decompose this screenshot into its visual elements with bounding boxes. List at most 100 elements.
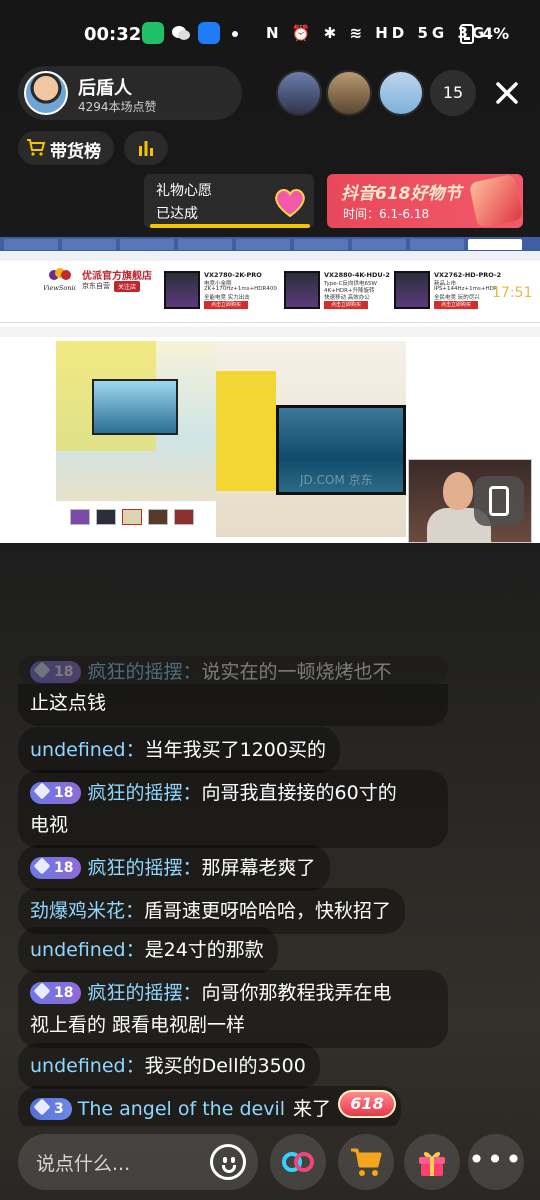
battery-level: 4% <box>482 24 510 43</box>
promo-618-badge[interactable]: 618 <box>338 1090 396 1118</box>
festival-banner[interactable]: 抖音618好物节 时间：6.1-6.18 <box>327 174 523 228</box>
link-icon <box>282 1152 314 1172</box>
viewer-avatar[interactable] <box>276 70 322 116</box>
screen-share-view[interactable]: ViewSonic 优派官方旗舰店 京东自营 关注店 VX2780-2K-PRO… <box>0 237 540 543</box>
level-badge: 18 <box>30 857 82 879</box>
chat-nickname: undefined <box>30 939 126 961</box>
sales-rank-button[interactable]: 带货榜 <box>18 131 114 165</box>
chat-message: undefined：我买的Dell的3500 <box>18 1043 320 1089</box>
browser-tab <box>352 239 406 250</box>
chat-text: 盾哥速更呀哈哈哈，快秋招了 <box>144 900 392 922</box>
chat-text: 止这点钱 <box>30 692 107 714</box>
product-ad: VX2762-HD-PRO-2 新品上市 IPS+144Hz+1ms+HDR 全… <box>394 271 502 311</box>
rotate-screen-button[interactable] <box>474 476 524 526</box>
thumbnail <box>96 509 116 525</box>
more-icon: ••• <box>468 1143 524 1176</box>
ad-button: 点击立即购买 <box>204 301 248 309</box>
breadcrumb <box>0 327 540 337</box>
gift-wish-title: 礼物心愿 <box>156 183 212 199</box>
browser-tab <box>468 239 522 250</box>
chat-list[interactable]: 18 疯狂的摇摆：说实在的一顿烧烤也不 止这点钱 undefined：当年我买了1… <box>0 656 540 1126</box>
streamer-likes: 4294本场点赞 <box>78 100 157 114</box>
chat-message: 18 疯狂的摇摆：那屏幕老爽了 <box>18 845 330 891</box>
monitor-image <box>394 271 430 309</box>
level-badge: 18 <box>30 982 82 1004</box>
chat-text: 来了 <box>293 1098 332 1120</box>
cart-icon <box>351 1148 382 1176</box>
camera-person <box>443 472 473 510</box>
product-main-image <box>56 341 216 501</box>
rotate-icon <box>489 486 509 516</box>
browser-tab-bar <box>0 237 540 251</box>
streamer-name: 后盾人 <box>78 78 132 99</box>
gift-button[interactable] <box>404 1134 460 1190</box>
chat-message: 18 疯狂的摇摆：说实在的一顿烧烤也不 <box>18 656 448 684</box>
shop-follow-button: 关注店 <box>114 281 141 292</box>
chat-message: 止这点钱 <box>18 684 448 726</box>
viewsonic-logo: ViewSonic <box>44 268 76 292</box>
image-background <box>216 371 276 491</box>
ad-line: IPS+144Hz+1ms+HDR <box>434 286 498 292</box>
more-button[interactable]: ••• <box>468 1134 524 1190</box>
browser-tab <box>4 239 58 250</box>
chat-message: 18 疯狂的摇摆：向哥我直接接的60寸的 电视 <box>18 770 448 848</box>
comment-placeholder: 说点什么... <box>36 1153 131 1175</box>
sales-rank-label: 带货榜 <box>50 142 101 162</box>
chat-text: 向哥你那教程我弄在电 <box>201 982 392 1004</box>
chat-nickname: 疯狂的摇摆 <box>87 782 183 804</box>
close-button[interactable] <box>488 74 526 112</box>
chat-text: 是24寸的那款 <box>144 939 264 961</box>
ad-line: 全民电竞 玩的尽兴 <box>434 295 480 301</box>
streamer-avatar[interactable] <box>24 71 68 115</box>
monitor-image <box>284 271 320 309</box>
browser-tab <box>410 239 464 250</box>
viewer-avatar[interactable] <box>326 70 372 116</box>
level-badge: 18 <box>30 782 82 804</box>
chat-text: 说实在的一顿烧烤也不 <box>201 661 392 683</box>
ad-title: VX2762-HD-PRO-2 <box>434 271 502 279</box>
shop-subtitle: 京东自营 <box>82 282 110 290</box>
gift-icon <box>419 1151 445 1176</box>
close-icon <box>496 82 518 104</box>
chat-text: 视上看的 跟看电视剧一样 <box>30 1014 246 1036</box>
bar-chart-icon <box>139 141 153 156</box>
monitor-image <box>92 379 178 435</box>
ad-line: 2K+170Hz+1ms+HDR400 <box>204 286 277 292</box>
app-notification-icon <box>198 22 220 44</box>
ranking-bars-button[interactable] <box>124 131 168 165</box>
app-notification-icon <box>142 22 164 44</box>
gift-wish-card[interactable]: 礼物心愿 已达成 <box>144 174 314 228</box>
watermark: JD.COM 京东 <box>300 473 373 487</box>
browser-tab <box>62 239 116 250</box>
browser-tab <box>236 239 290 250</box>
chat-message: undefined：是24寸的那款 <box>18 927 278 973</box>
comment-input[interactable]: 说点什么... <box>18 1134 258 1190</box>
thumbnail <box>174 509 194 525</box>
chat-message: undefined：当年我买了1200买的 <box>18 727 340 773</box>
shop-name: 优派官方旗舰店 <box>82 271 152 282</box>
thumbnail <box>148 509 168 525</box>
viewer-count[interactable]: 15 <box>430 70 476 116</box>
status-icons: N ⏰ ✱ ≋ HD 5G 3G <box>266 24 489 42</box>
chat-text: 向哥我直接接的60寸的 <box>201 782 397 804</box>
chat-text: 那屏幕老爽了 <box>201 857 316 879</box>
ad-title: VX2880-4K-HDU-2 <box>324 271 390 279</box>
link-button[interactable] <box>270 1134 326 1190</box>
viewer-avatar[interactable] <box>378 70 424 116</box>
status-time: 00:32 <box>84 24 142 45</box>
cart-icon <box>27 139 46 156</box>
thumbnail <box>122 509 142 525</box>
chat-nickname: 劲爆鸡米花 <box>30 900 126 922</box>
overlay-time: 17:51 <box>492 285 533 301</box>
battery-icon <box>460 24 474 44</box>
chat-text: 我买的Dell的3500 <box>144 1055 306 1077</box>
ad-title: VX2780-2K-PRO <box>204 271 262 279</box>
heart-icon <box>275 189 305 218</box>
chat-text: 电视 <box>30 814 69 836</box>
streamer-info[interactable]: 后盾人 4294本场点赞 <box>18 66 242 120</box>
ad-button: 点击立即购买 <box>434 301 478 309</box>
festival-date: 时间：6.1-6.18 <box>343 207 430 221</box>
emoji-icon[interactable] <box>210 1144 246 1180</box>
thumbnail <box>70 509 90 525</box>
shopping-cart-button[interactable] <box>338 1134 394 1190</box>
